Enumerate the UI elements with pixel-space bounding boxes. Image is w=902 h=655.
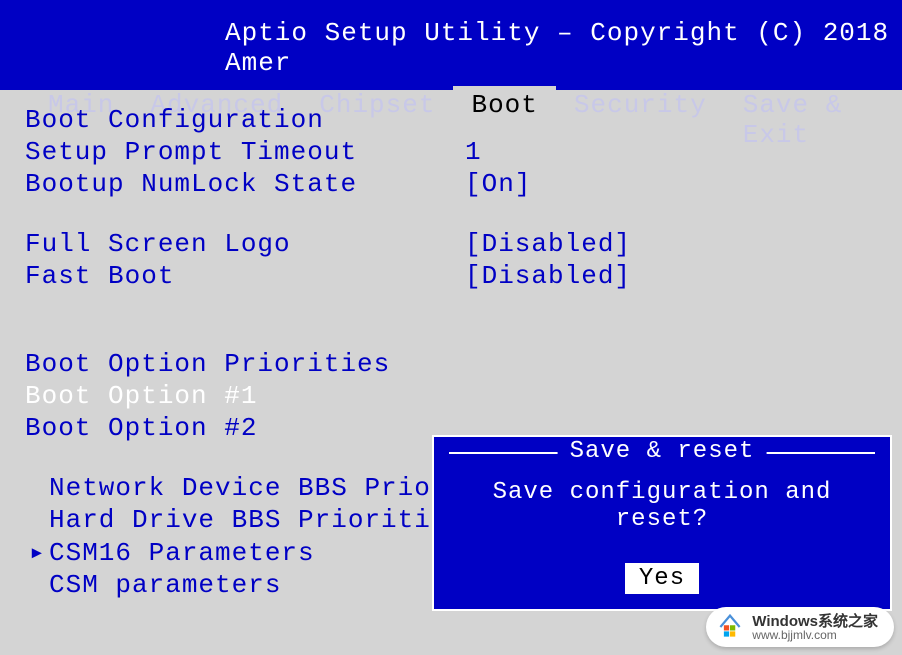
value-numlock: [On] xyxy=(465,169,531,199)
value-fast-boot: [Disabled] xyxy=(465,261,631,291)
value-setup-prompt: 1 xyxy=(465,137,482,167)
row-setup-prompt[interactable]: Setup Prompt Timeout 1 xyxy=(25,137,877,167)
windows-logo-icon xyxy=(716,613,744,641)
label-fast-boot: Fast Boot xyxy=(25,261,465,291)
label-full-screen-logo: Full Screen Logo xyxy=(25,229,465,259)
bios-header: Aptio Setup Utility – Copyright (C) 2018… xyxy=(0,0,902,90)
row-boot-option-1[interactable]: Boot Option #1 xyxy=(25,381,877,411)
submenu-label: Hard Drive BBS Priorities xyxy=(49,505,464,535)
section-boot-config: Boot Configuration xyxy=(25,105,877,135)
label-boot-option-1: Boot Option #1 xyxy=(25,381,465,411)
label-setup-prompt: Setup Prompt Timeout xyxy=(25,137,465,167)
watermark-sub: www.bjjmlv.com xyxy=(752,629,878,641)
dialog-message: Save configuration and reset? xyxy=(449,479,875,533)
yes-button[interactable]: Yes xyxy=(625,563,699,594)
submenu-label: CSM16 Parameters xyxy=(49,538,315,568)
submenu-label: CSM parameters xyxy=(49,570,281,600)
submenu-arrow-icon: ▸ xyxy=(29,537,49,568)
label-boot-option-2: Boot Option #2 xyxy=(25,413,465,443)
watermark-main: Windows系统之家 xyxy=(752,614,878,629)
save-reset-dialog: Save & reset Save configuration and rese… xyxy=(432,435,892,611)
row-numlock[interactable]: Bootup NumLock State [On] xyxy=(25,169,877,199)
row-fast-boot[interactable]: Fast Boot [Disabled] xyxy=(25,261,877,291)
bios-title: Aptio Setup Utility – Copyright (C) 2018… xyxy=(0,0,902,78)
label-numlock: Bootup NumLock State xyxy=(25,169,465,199)
watermark: Windows系统之家 www.bjjmlv.com xyxy=(706,607,894,647)
value-full-screen-logo: [Disabled] xyxy=(465,229,631,259)
section-boot-priorities: Boot Option Priorities xyxy=(25,349,877,379)
row-full-screen-logo[interactable]: Full Screen Logo [Disabled] xyxy=(25,229,877,259)
dialog-title: Save & reset xyxy=(558,438,767,465)
